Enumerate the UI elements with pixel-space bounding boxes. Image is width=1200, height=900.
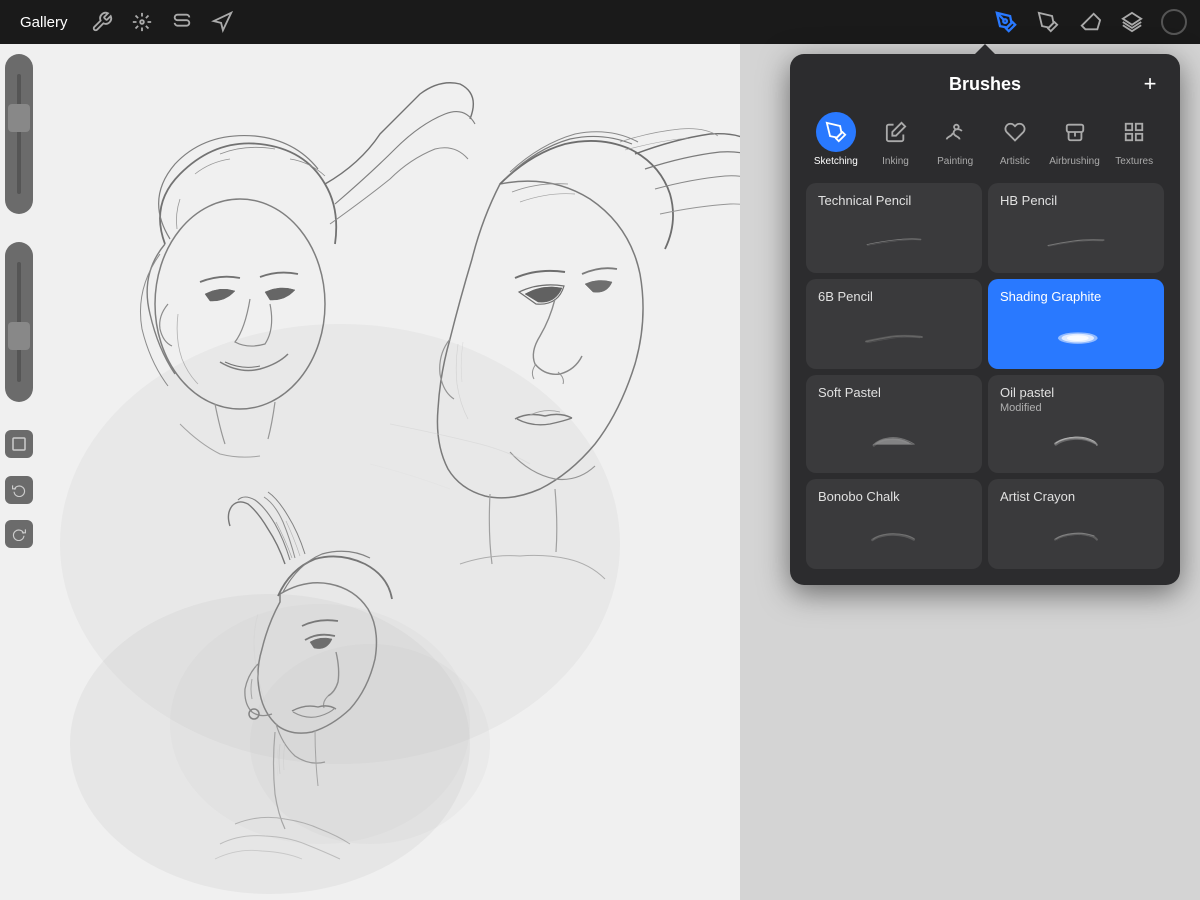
tab-sketching[interactable]: Sketching xyxy=(806,112,866,167)
textures-label: Textures xyxy=(1115,156,1153,167)
left-sidebar xyxy=(0,44,38,900)
brush-artist-crayon[interactable]: Artist Crayon xyxy=(988,479,1164,569)
inking-icon xyxy=(876,112,916,152)
adjustments-icon[interactable] xyxy=(128,8,156,36)
tab-inking[interactable]: Inking xyxy=(866,112,926,167)
toolbar-right xyxy=(992,8,1188,36)
brush-bonobo-chalk[interactable]: Bonobo Chalk xyxy=(806,479,982,569)
brush-6b-pencil[interactable]: 6B Pencil xyxy=(806,279,982,369)
layers-tool-icon[interactable] xyxy=(1118,8,1146,36)
tab-artistic[interactable]: Artistic xyxy=(985,112,1045,167)
brush-oil-pastel[interactable]: Oil pastel true Modified xyxy=(988,375,1164,473)
pencil-tool-icon[interactable] xyxy=(992,8,1020,36)
panel-header: Brushes + xyxy=(806,70,1164,98)
artistic-icon xyxy=(995,112,1035,152)
pen-tool-icon[interactable] xyxy=(1034,8,1062,36)
airbrushing-icon xyxy=(1055,112,1095,152)
painting-icon xyxy=(935,112,975,152)
square-tool-button[interactable] xyxy=(5,430,33,458)
inking-label: Inking xyxy=(882,156,909,167)
sketching-label: Sketching xyxy=(814,156,858,167)
panel-title: Brushes xyxy=(834,74,1136,95)
sketch-illustration xyxy=(0,44,740,900)
brushes-panel: Brushes + Sketching Inking xyxy=(790,54,1180,585)
airbrushing-label: Airbrushing xyxy=(1049,156,1100,167)
artistic-label: Artistic xyxy=(1000,156,1030,167)
category-tabs: Sketching Inking Painting xyxy=(806,112,1164,167)
opacity-slider[interactable] xyxy=(5,54,33,214)
brush-technical-pencil[interactable]: Technical Pencil xyxy=(806,183,982,273)
sketching-icon xyxy=(816,112,856,152)
stylize-icon[interactable] xyxy=(168,8,196,36)
navigation-icon[interactable] xyxy=(208,8,236,36)
redo-button[interactable] xyxy=(5,520,33,548)
eraser-tool-icon[interactable] xyxy=(1076,8,1104,36)
panel-arrow xyxy=(975,44,995,54)
brush-shading-graphite[interactable]: Shading Graphite xyxy=(988,279,1164,369)
textures-icon xyxy=(1114,112,1154,152)
brush-hb-pencil[interactable]: HB Pencil xyxy=(988,183,1164,273)
size-slider[interactable] xyxy=(5,242,33,402)
tab-airbrushing[interactable]: Airbrushing xyxy=(1045,112,1105,167)
undo-button[interactable] xyxy=(5,476,33,504)
sketch-background xyxy=(0,44,740,900)
toolbar-left: Gallery xyxy=(12,8,236,36)
gallery-button[interactable]: Gallery xyxy=(12,10,76,35)
tab-textures[interactable]: Textures xyxy=(1104,112,1164,167)
add-brush-button[interactable]: + xyxy=(1136,70,1164,98)
brush-grid: Technical Pencil HB Pencil 6B Pencil xyxy=(806,183,1164,569)
wrench-icon[interactable] xyxy=(88,8,116,36)
tab-painting[interactable]: Painting xyxy=(925,112,985,167)
brush-soft-pastel[interactable]: Soft Pastel xyxy=(806,375,982,473)
oil-pastel-modified-label: Modified xyxy=(1000,402,1152,414)
toolbar: Gallery xyxy=(0,0,1200,44)
painting-label: Painting xyxy=(937,156,973,167)
color-picker-icon[interactable] xyxy=(1160,8,1188,36)
